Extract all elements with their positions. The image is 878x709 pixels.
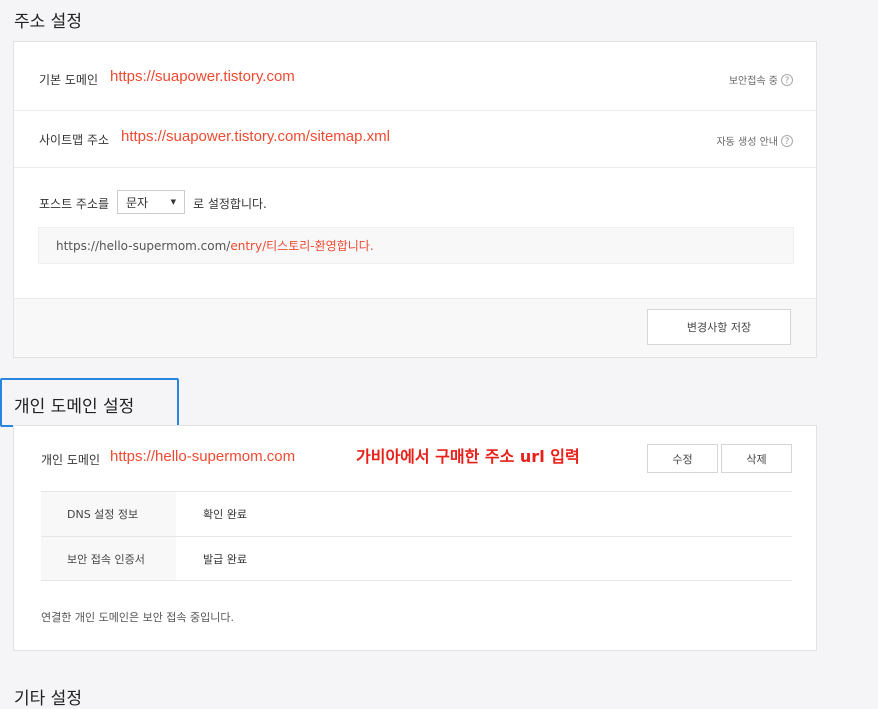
divider: [14, 298, 816, 299]
example-path: entry/티스토리-환영합니다.: [230, 239, 374, 253]
sitemap-label: 사이트맵 주소: [39, 133, 110, 147]
secure-connection-note-label: 보안접속 중: [728, 76, 778, 87]
card-footer: 변경사항 저장: [14, 298, 816, 357]
caret-down-icon: ▼: [170, 198, 176, 206]
base-domain-url[interactable]: https://suapower.tistory.com: [110, 68, 295, 85]
auto-generate-note: 자동 생성 안내 ?: [716, 133, 793, 148]
post-address-prefix: 포스트 주소를: [39, 197, 110, 211]
post-address-example: https://hello-supermom.com/entry/티스토리-환영…: [38, 227, 794, 264]
custom-domain-card: 개인 도메인 https://hello-supermom.com 가비아에서 …: [13, 425, 817, 651]
divider: [14, 110, 816, 111]
certificate-key: 보안 접속 인증서: [41, 537, 176, 580]
dns-info-key: DNS 설정 정보: [41, 492, 176, 536]
post-address-suffix: 로 설정합니다.: [193, 197, 267, 211]
footer-note: 연결한 개인 도메인은 보안 접속 중입니다.: [41, 611, 235, 624]
base-domain-label: 기본 도메인: [39, 73, 99, 87]
sitemap-url[interactable]: https://suapower.tistory.com/sitemap.xml: [121, 128, 390, 145]
help-circle-icon[interactable]: ?: [781, 73, 793, 86]
custom-domain-url[interactable]: https://hello-supermom.com: [110, 448, 295, 465]
domain-status-table: DNS 설정 정보 확인 완료 보안 접속 인증서 발급 완료: [41, 491, 792, 581]
post-address-select[interactable]: 문자 ▼: [117, 190, 185, 214]
annotation-text: 가비아에서 구매한 주소 url 입력: [356, 447, 580, 466]
table-row: 보안 접속 인증서 발급 완료: [41, 536, 792, 581]
save-changes-button[interactable]: 변경사항 저장: [647, 309, 791, 345]
secure-connection-note: 보안접속 중 ?: [729, 72, 793, 87]
table-row: DNS 설정 정보 확인 완료: [41, 491, 792, 536]
address-settings-card: 기본 도메인 https://suapower.tistory.com 보안접속…: [13, 41, 817, 358]
certificate-value: 발급 완료: [203, 552, 247, 566]
help-circle-icon[interactable]: ?: [781, 134, 793, 147]
custom-domain-title: 개인 도메인 설정: [14, 397, 135, 417]
example-base-url: https://hello-supermom.com/: [56, 238, 231, 253]
address-settings-title: 주소 설정: [14, 12, 82, 32]
custom-domain-label: 개인 도메인: [41, 453, 101, 467]
edit-button[interactable]: 수정: [647, 444, 718, 473]
post-address-select-value: 문자: [126, 195, 149, 210]
auto-generate-note-label: 자동 생성 안내: [716, 137, 778, 148]
dns-info-value: 확인 완료: [203, 508, 247, 521]
other-settings-title: 기타 설정: [14, 689, 82, 709]
divider: [14, 167, 816, 168]
delete-button[interactable]: 삭제: [721, 444, 792, 473]
